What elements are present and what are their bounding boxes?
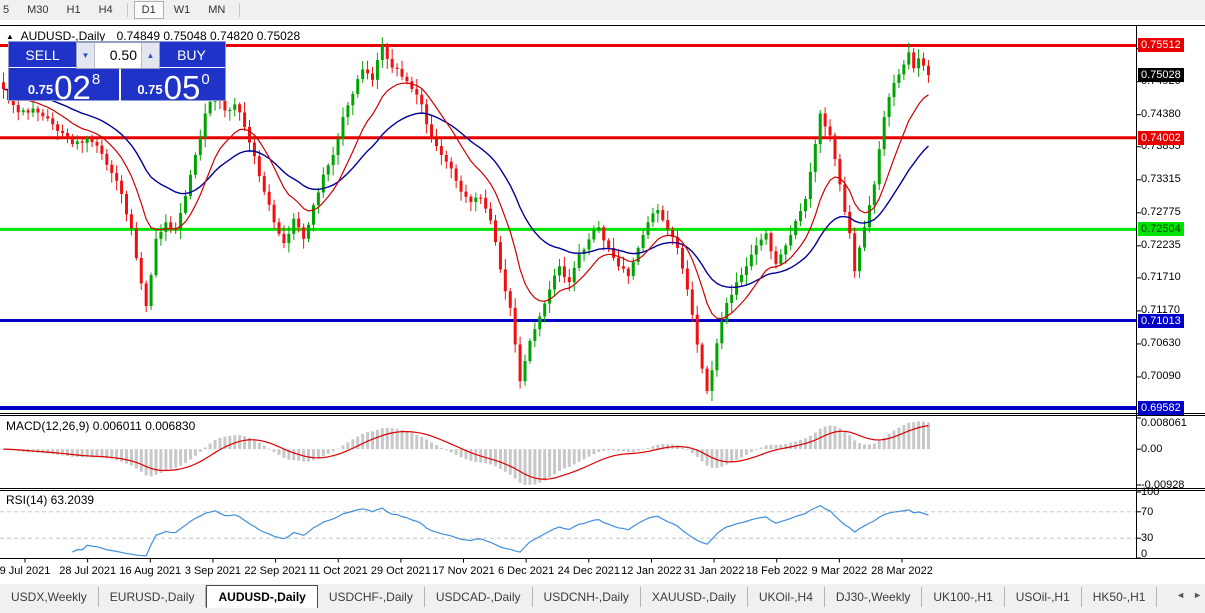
volume-stepper: ▼ 0.50 ▲ <box>76 42 160 69</box>
date-axis-label: 16 Aug 2021 <box>119 565 181 577</box>
tab-usdx-weekly[interactable]: USDX,Weekly <box>0 587 99 607</box>
sell-price-prefix: 0.75 <box>28 82 53 97</box>
buy-price-display[interactable]: 0.75 05 0 <box>121 69 226 101</box>
price-line-label: 0.74002 <box>1138 131 1184 145</box>
timeframe-button-m30[interactable]: M30 <box>19 1 56 19</box>
price-line-label: 0.75512 <box>1138 38 1184 52</box>
volume-down-button[interactable]: ▼ <box>77 43 94 68</box>
date-axis-label: 17 Nov 2021 <box>432 565 494 577</box>
price-tick-label: 0.72235 <box>1141 239 1181 251</box>
rsi-scale-label: 100 <box>1141 486 1159 498</box>
date-axis-label: 24 Dec 2021 <box>558 565 620 577</box>
date-axis-label: 6 Dec 2021 <box>498 565 554 577</box>
toolbar-separator <box>239 3 240 17</box>
rsi-scale-label: 0 <box>1141 548 1147 560</box>
tab-uk100-h1[interactable]: UK100-,H1 <box>922 587 1004 607</box>
sell-price-display[interactable]: 0.75 02 8 <box>9 69 119 101</box>
timeframe-toolbar: 5M30H1H4 D1W1MN <box>0 0 1205 20</box>
timeframe-button-h4[interactable]: H4 <box>91 1 121 19</box>
buy-button[interactable]: BUY <box>158 42 225 68</box>
timeframe-button-d1[interactable]: D1 <box>134 1 164 19</box>
price-tick-label: 0.73315 <box>1141 173 1181 185</box>
rsi-indicator-label: RSI(14) 63.2039 <box>6 493 94 507</box>
tab-audusd-daily[interactable]: AUDUSD-,Daily <box>206 585 317 608</box>
timeframe-button-w1[interactable]: W1 <box>166 1 199 19</box>
tab-xauusd-daily[interactable]: XAUUSD-,Daily <box>641 587 748 607</box>
buy-price-point: 0 <box>201 71 209 88</box>
sell-price-point: 8 <box>92 71 100 88</box>
price-tick-label: 0.70630 <box>1141 337 1181 349</box>
price-line-label: 0.69582 <box>1138 401 1184 415</box>
tab-usdcad-daily[interactable]: USDCAD-,Daily <box>425 587 533 607</box>
macd-scale-label: 0.008061 <box>1141 417 1187 429</box>
tab-usoil-h1[interactable]: USOil-,H1 <box>1005 587 1082 607</box>
buy-price-pips: 05 <box>164 74 201 101</box>
price-tick-label: 0.70090 <box>1141 370 1181 382</box>
date-axis-label: 9 Jul 2021 <box>0 565 50 577</box>
tab-scroll-buttons: ◄ ► <box>1176 590 1202 600</box>
tab-usdcnh-daily[interactable]: USDCNH-,Daily <box>533 587 641 607</box>
volume-input[interactable]: 0.50 <box>94 43 142 68</box>
rsi-scale-label: 30 <box>1141 532 1153 544</box>
price-line-label: 0.71013 <box>1138 314 1184 328</box>
date-axis-label: 31 Jan 2022 <box>684 565 745 577</box>
volume-up-button[interactable]: ▲ <box>142 43 159 68</box>
tab-ukoil-h4[interactable]: UKOil-,H4 <box>748 587 825 607</box>
date-axis-label: 28 Jul 2021 <box>59 565 116 577</box>
date-axis-label: 9 Mar 2022 <box>812 565 868 577</box>
date-axis-label: 22 Sep 2021 <box>244 565 306 577</box>
price-tick-label: 0.71710 <box>1141 271 1181 283</box>
one-click-trade-panel: SELL BUY ▼ 0.50 ▲ 0.75 02 8 0.75 05 0 <box>8 41 226 101</box>
toolbar-separator <box>127 3 128 17</box>
price-tick-label: 0.74380 <box>1141 108 1181 120</box>
trading-platform-window: 5M30H1H4D1W1MN ▲ AUDUSD-,Daily 0.74849 0… <box>0 0 1205 613</box>
timeframe-button-h1[interactable]: H1 <box>59 1 89 19</box>
timeframe-button-mn[interactable]: MN <box>200 1 233 19</box>
price-tick-label: 0.72775 <box>1141 206 1181 218</box>
macd-scale-label: 0.00 <box>1141 443 1162 455</box>
date-axis-label: 29 Oct 2021 <box>371 565 431 577</box>
date-axis-label: 3 Sep 2021 <box>185 565 241 577</box>
price-line-label: 0.72504 <box>1138 222 1184 236</box>
timeframe-button-5[interactable]: 5 <box>0 1 17 19</box>
sell-button[interactable]: SELL <box>9 42 76 68</box>
tab-usdchf-daily[interactable]: USDCHF-,Daily <box>318 587 425 607</box>
date-axis-label: 12 Jan 2022 <box>621 565 682 577</box>
tab-scroll-left-icon[interactable]: ◄ <box>1176 590 1185 600</box>
rsi-scale-label: 70 <box>1141 506 1153 518</box>
tab-scroll-right-icon[interactable]: ► <box>1193 590 1202 600</box>
date-axis-label: 11 Oct 2021 <box>309 565 368 577</box>
buy-price-prefix: 0.75 <box>137 82 162 97</box>
collapse-triangle-icon[interactable]: ▲ <box>6 32 14 41</box>
tab-eurusd-daily[interactable]: EURUSD-,Daily <box>99 587 207 607</box>
symbol-tab-bar: USDX,WeeklyEURUSD-,DailyAUDUSD-,DailyUSD… <box>0 584 1205 613</box>
macd-indicator-label: MACD(12,26,9) 0.006011 0.006830 <box>6 419 195 433</box>
current-price-label: 0.75028 <box>1138 68 1184 82</box>
arrow-up-icon: ▲ <box>147 51 155 60</box>
sell-price-pips: 02 <box>54 74 91 101</box>
date-axis-label: 28 Mar 2022 <box>871 565 933 577</box>
tab-dj30-weekly[interactable]: DJ30-,Weekly <box>825 587 922 607</box>
tab-hk50-h1[interactable]: HK50-,H1 <box>1082 587 1158 607</box>
date-axis-label: 18 Feb 2022 <box>746 565 808 577</box>
arrow-down-icon: ▼ <box>82 51 90 60</box>
